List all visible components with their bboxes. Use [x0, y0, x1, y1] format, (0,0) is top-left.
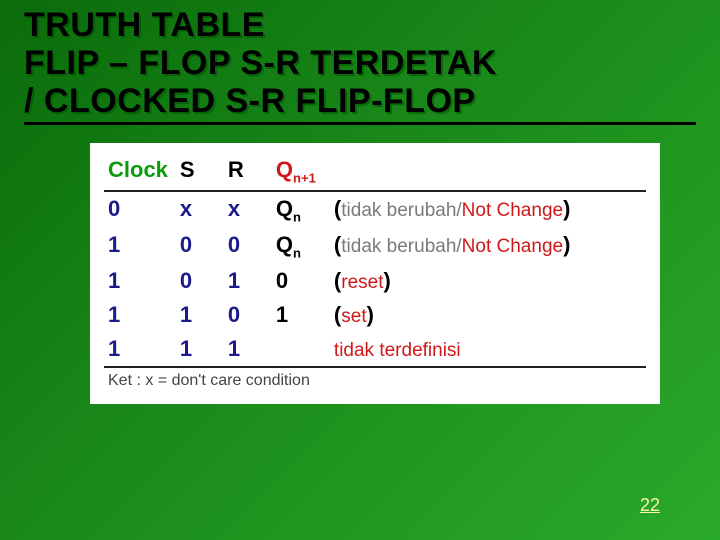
title-line-1: TRUTH TABLE: [24, 6, 696, 44]
cell-desc: (set): [330, 298, 646, 332]
cell-q: Qn: [272, 228, 330, 264]
col-header-s: S: [176, 153, 224, 190]
cell-q: Qn: [272, 191, 330, 228]
cell-clock: 1: [104, 264, 176, 298]
cell-q: 1: [272, 298, 330, 332]
table-row: 0 x x Qn (tidak berubah/Not Change): [104, 191, 646, 228]
cell-r: 1: [224, 332, 272, 367]
cell-r: 1: [224, 264, 272, 298]
truth-table: Clock S R Qn+1 0 x x Qn (tidak berubah/N…: [104, 153, 646, 394]
q-header-sub: n+1: [293, 171, 316, 186]
col-header-clock: Clock: [104, 153, 176, 190]
title-line-3: / CLOCKED S-R FLIP-FLOP: [24, 82, 696, 120]
table-row: 1 1 0 1 (set): [104, 298, 646, 332]
page-number: 22: [640, 495, 660, 516]
col-header-r: R: [224, 153, 272, 190]
cell-s: 0: [176, 228, 224, 264]
cell-s: x: [176, 191, 224, 228]
cell-s: 1: [176, 298, 224, 332]
cell-clock: 1: [104, 298, 176, 332]
col-header-q: Qn+1: [272, 153, 646, 190]
cell-desc: (tidak berubah/Not Change): [330, 191, 646, 228]
title-line-2: FLIP – FLOP S-R TERDETAK: [24, 44, 696, 82]
table-header-row: Clock S R Qn+1: [104, 153, 646, 190]
cell-clock: 1: [104, 332, 176, 367]
cell-q: [272, 332, 330, 367]
cell-desc: tidak terdefinisi: [330, 332, 646, 367]
cell-r: 0: [224, 298, 272, 332]
table-footnote-row: Ket : x = don't care condition: [104, 367, 646, 394]
truth-table-card: Clock S R Qn+1 0 x x Qn (tidak berubah/N…: [90, 143, 660, 404]
slide-title: TRUTH TABLE FLIP – FLOP S-R TERDETAK / C…: [0, 0, 720, 120]
title-underline: [24, 122, 696, 125]
cell-desc: (tidak berubah/Not Change): [330, 228, 646, 264]
table-row: 1 0 1 0 (reset): [104, 264, 646, 298]
table-row: 1 0 0 Qn (tidak berubah/Not Change): [104, 228, 646, 264]
q-header-prefix: Q: [276, 157, 293, 182]
cell-r: x: [224, 191, 272, 228]
cell-s: 1: [176, 332, 224, 367]
cell-q: 0: [272, 264, 330, 298]
cell-desc: (reset): [330, 264, 646, 298]
cell-clock: 1: [104, 228, 176, 264]
cell-s: 0: [176, 264, 224, 298]
cell-r: 0: [224, 228, 272, 264]
cell-clock: 0: [104, 191, 176, 228]
table-footnote: Ket : x = don't care condition: [104, 367, 646, 394]
table-row: 1 1 1 tidak terdefinisi: [104, 332, 646, 367]
